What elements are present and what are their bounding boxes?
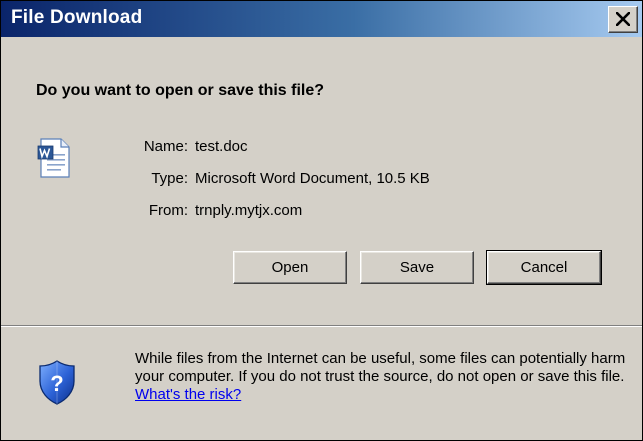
cancel-button[interactable]: Cancel [486, 250, 602, 285]
svg-text:?: ? [50, 371, 63, 396]
type-label: Type: [151, 170, 188, 187]
whats-the-risk-link[interactable]: What's the risk? [135, 386, 241, 403]
name-row: Name: test.doc [1, 138, 643, 158]
name-value: test.doc [195, 138, 248, 155]
warning-text: While files from the Internet can be use… [135, 350, 626, 385]
name-label: Name: [143, 138, 188, 155]
title-bar[interactable]: File Download [1, 1, 642, 37]
save-button[interactable]: Save [360, 251, 474, 284]
from-row: From: trnply.mytjx.com [1, 202, 643, 222]
question-text: Do you want to open or save this file? [36, 82, 325, 99]
close-button[interactable] [608, 6, 638, 33]
close-icon [616, 12, 630, 26]
shield-question-icon: ? [39, 360, 75, 405]
from-value: trnply.mytjx.com [195, 202, 303, 219]
type-row: Type: Microsoft Word Document, 10.5 KB [1, 170, 643, 190]
warning-message: While files from the Internet can be use… [135, 350, 635, 404]
from-label: From: [148, 202, 188, 219]
divider [1, 325, 642, 327]
dialog-title: File Download [11, 7, 143, 28]
type-value: Microsoft Word Document, 10.5 KB [195, 170, 430, 187]
open-button[interactable]: Open [233, 251, 347, 284]
file-download-dialog: File Download Do you want to open or sav… [0, 0, 643, 441]
